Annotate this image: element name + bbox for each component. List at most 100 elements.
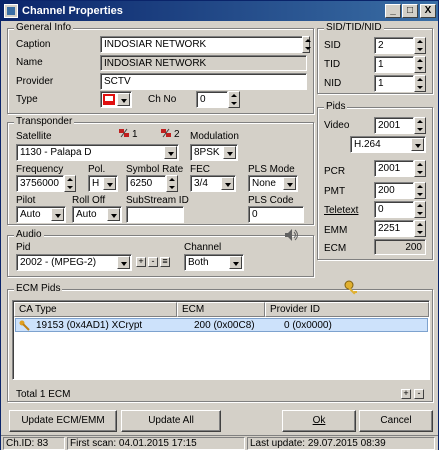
tid-spinner[interactable] (414, 56, 426, 73)
pilot-select[interactable]: Auto (16, 206, 66, 223)
video-pid-spinner[interactable] (414, 117, 426, 134)
audio-channel-label: Channel (184, 242, 222, 253)
satellite-1-icon[interactable] (118, 127, 130, 139)
audio-remove-button[interactable]: - (148, 257, 158, 267)
audio-pid-select[interactable]: 2002 - (MPEG-2) (16, 254, 132, 271)
ok-label: Ok (312, 415, 326, 426)
general-info-group: General Info Caption INDOSIAR NETWORK Na… (7, 22, 314, 114)
roll-off-select[interactable]: Auto (72, 206, 122, 223)
update-ecm-emm-button[interactable]: Update ECM/EMM (9, 410, 117, 432)
ecm-remove-button[interactable]: - (414, 389, 424, 399)
tid-input[interactable]: 1 (374, 56, 414, 73)
column-ca-type[interactable]: CA Type (14, 302, 177, 317)
pmt-label: PMT (324, 186, 346, 197)
caption-label: Caption (16, 39, 51, 50)
pmt-spinner[interactable] (414, 182, 426, 199)
sid-label: SID (324, 40, 341, 51)
fec-select[interactable]: 3/4 (190, 175, 236, 192)
satellite-label: Satellite (16, 131, 52, 142)
video-pid-input[interactable]: 2001 (374, 117, 414, 134)
status-channel-id: Ch.ID: 83 (3, 437, 65, 450)
chno-input[interactable]: 0 (196, 91, 228, 108)
status-last-update: Last update: 29.07.2015 08:39 (247, 437, 435, 450)
cancel-button[interactable]: Cancel (359, 410, 433, 432)
caption-scroll[interactable] (302, 36, 311, 53)
pol-label: Pol. (88, 164, 106, 175)
key-icon (19, 320, 30, 331)
provider-input[interactable]: SCTV (100, 73, 307, 90)
pilot-label: Pilot (16, 195, 36, 206)
nid-input[interactable]: 1 (374, 75, 414, 92)
caption-input[interactable]: INDOSIAR NETWORK (100, 36, 303, 53)
pls-code-input[interactable]: 0 (248, 206, 304, 223)
frequency-spinner[interactable] (64, 175, 76, 192)
audio-group: Audio Pid 2002 - (MPEG-2) + - ≡ Channel … (7, 229, 314, 277)
column-ecm[interactable]: ECM (177, 302, 265, 317)
speaker-icon[interactable] (284, 228, 300, 242)
type-label: Type (16, 94, 38, 105)
key-icon[interactable] (344, 280, 360, 296)
video-codec-value: H.264 (354, 139, 381, 150)
emm-label: EMM (324, 225, 348, 236)
sid-spinner[interactable] (414, 37, 426, 54)
roll-off-value: Auto (76, 209, 97, 220)
type-select[interactable] (100, 91, 132, 108)
ca-type-cell: 19153 (0x4AD1) XCrypt (36, 320, 143, 331)
pids-group: Pids Video 2001 H.264 PCR 2001 PMT 200 T… (317, 101, 433, 260)
ecm-pids-group: ECM Pids CA Type ECM Provider ID 19153 (… (7, 280, 433, 402)
modulation-value: 8PSK (194, 147, 220, 158)
ecm-add-button[interactable]: + (401, 389, 411, 399)
transponder-title: Transponder (14, 116, 75, 127)
satellite-select[interactable]: 1130 - Palapa D (16, 144, 179, 161)
modulation-select[interactable]: 8PSK (190, 144, 238, 161)
satellite-2-icon[interactable] (160, 127, 172, 139)
close-button[interactable]: X (420, 4, 436, 18)
transponder-group: Transponder Satellite 1 2 Modulation 113… (7, 116, 314, 225)
symbol-rate-input[interactable]: 6250 (126, 175, 166, 192)
chno-spinner[interactable] (228, 91, 240, 108)
pcr-input[interactable]: 2001 (374, 160, 414, 177)
teletext-label: Teletext (324, 205, 359, 216)
nid-spinner[interactable] (414, 75, 426, 92)
chno-label: Ch No (148, 94, 177, 105)
audio-edit-button[interactable]: ≡ (160, 257, 170, 267)
ecm-list[interactable]: CA Type ECM Provider ID 19153 (0x4AD1) X… (12, 300, 430, 380)
audio-pid-label: Pid (16, 242, 31, 253)
video-label: Video (324, 120, 350, 131)
video-codec-select[interactable]: H.264 (350, 136, 426, 153)
ecm-pids-title: ECM Pids (14, 283, 63, 294)
fec-label: FEC (190, 164, 210, 175)
satellite-2-label: 2 (174, 129, 180, 140)
ecm-total: Total 1 ECM (16, 389, 71, 400)
ecm-label: ECM (324, 243, 347, 254)
column-provider-id[interactable]: Provider ID (265, 302, 429, 317)
pls-code-label: PLS Code (248, 195, 294, 206)
symbol-rate-spinner[interactable] (166, 175, 178, 192)
ecm-field: 200 (374, 239, 426, 255)
pcr-spinner[interactable] (414, 160, 426, 177)
emm-input[interactable]: 2251 (374, 220, 414, 237)
sid-input[interactable]: 2 (374, 37, 414, 54)
audio-add-button[interactable]: + (136, 257, 146, 267)
provider-label: Provider (16, 76, 54, 87)
substream-input[interactable] (126, 206, 184, 223)
pol-select[interactable]: H (88, 175, 118, 192)
audio-channel-select[interactable]: Both (184, 254, 244, 271)
provider-cell: 0 (0x0000) (284, 320, 332, 331)
update-all-button[interactable]: Update All (121, 410, 221, 432)
pls-mode-select[interactable]: None (248, 175, 298, 192)
minimize-button[interactable]: _ (385, 4, 401, 18)
sid-group-title: SID/TID/NID (324, 22, 384, 33)
pmt-input[interactable]: 200 (374, 182, 414, 199)
frequency-input[interactable]: 3756000 (16, 175, 64, 192)
emm-spinner[interactable] (414, 220, 426, 237)
tv-icon (103, 94, 115, 105)
ok-button[interactable]: Ok (282, 410, 356, 432)
maximize-button[interactable]: □ (402, 4, 418, 18)
table-row[interactable]: 19153 (0x4AD1) XCrypt 200 (0x00C8) 0 (0x… (15, 318, 428, 332)
teletext-spinner[interactable] (414, 201, 426, 218)
teletext-input[interactable]: 0 (374, 201, 414, 218)
roll-off-label: Roll Off (72, 195, 106, 206)
audio-title: Audio (14, 229, 44, 240)
sid-group: SID/TID/NID SID 2 TID 1 NID 1 (317, 22, 433, 94)
